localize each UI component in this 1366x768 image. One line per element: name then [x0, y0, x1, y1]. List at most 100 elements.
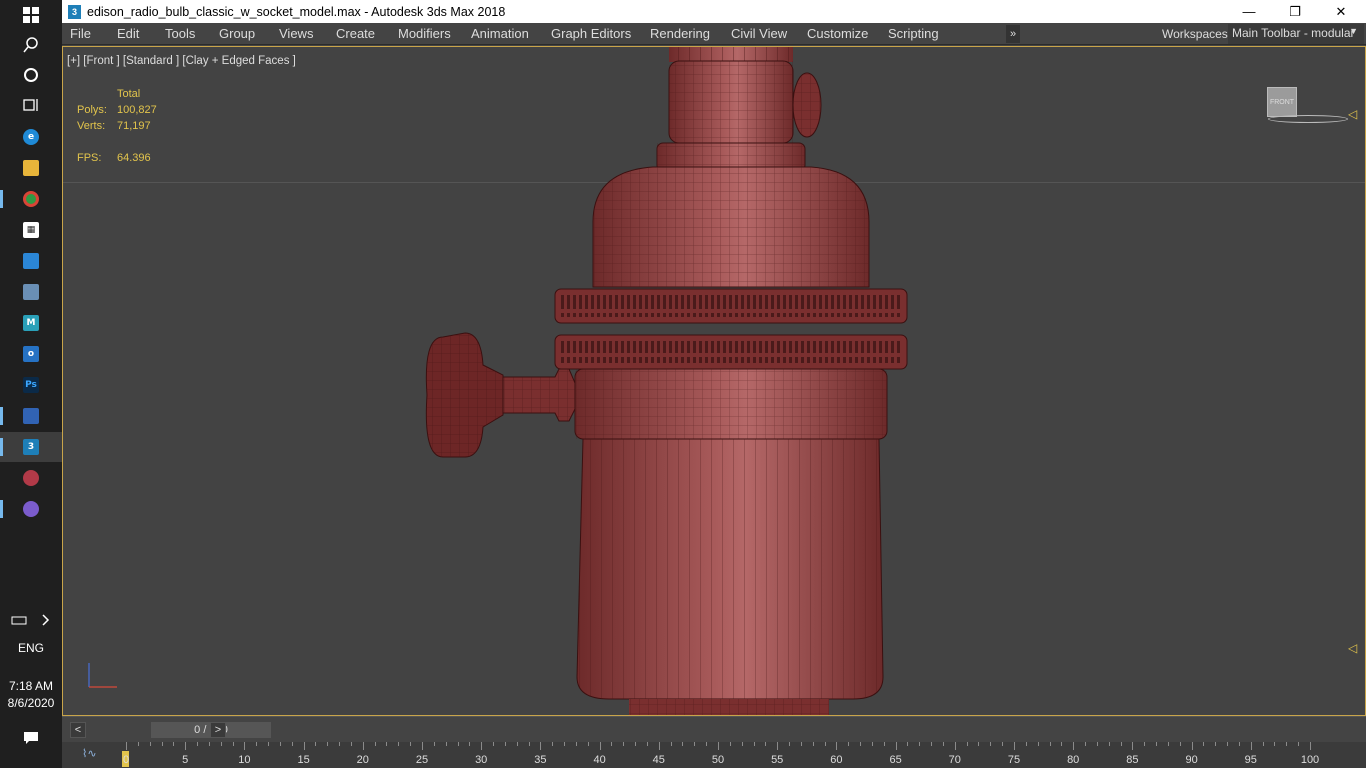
track-tick	[599, 742, 601, 750]
menu-civil-view[interactable]: Civil View	[731, 26, 787, 41]
notifications-icon[interactable]	[0, 723, 62, 753]
windows-start-icon[interactable]	[0, 0, 62, 30]
track-tick	[718, 742, 719, 750]
clock[interactable]: 7:18 AM 8/6/2020	[0, 678, 62, 712]
track-tick	[575, 742, 577, 746]
cortana-icon[interactable]	[0, 60, 62, 90]
3dsmax-icon[interactable]: 3	[0, 432, 62, 462]
track-tick-label: 55	[771, 754, 784, 766]
track-tick	[350, 742, 352, 746]
media-app-icon[interactable]	[0, 463, 62, 493]
menu-views[interactable]: Views	[279, 26, 313, 41]
track-tick	[1061, 742, 1063, 746]
remote-desktop-icon[interactable]	[0, 246, 62, 276]
track-tick	[1073, 742, 1075, 750]
front-viewport[interactable]: [+] [Front ] [Standard ] [Clay + Edged F…	[62, 46, 1366, 716]
track-tick-label: 5	[182, 754, 189, 766]
viewport-marker-icon: ◁	[1348, 107, 1358, 121]
track-tick	[942, 742, 944, 746]
photos-icon[interactable]	[0, 277, 62, 307]
menu-tools[interactable]: Tools	[165, 26, 195, 41]
menu-file[interactable]: File	[70, 26, 91, 41]
outlook-icon[interactable]: o	[0, 339, 62, 369]
track-tick	[291, 742, 293, 746]
store-icon[interactable]: ▦	[0, 215, 62, 245]
track-tick	[445, 742, 447, 746]
task-view-icon[interactable]	[0, 90, 62, 120]
track-tick	[161, 742, 163, 746]
workspace-dropdown[interactable]: Main Toolbar - modular ▼	[1228, 24, 1364, 44]
track-bar[interactable]: ⌇∿ 0 5 10 15 20 25 30 35 40 45 50 55 60 65 70 75 80 85 90 9…	[62, 742, 1366, 768]
previous-frame-button[interactable]: <	[70, 722, 86, 738]
track-tick	[978, 742, 980, 746]
polys-value: 100,827	[117, 104, 157, 116]
track-tick	[422, 742, 423, 750]
menu-rendering[interactable]: Rendering	[650, 26, 710, 41]
menu-scripting[interactable]: Scripting	[888, 26, 939, 41]
track-tick-label: 100	[1300, 754, 1320, 766]
track-tick	[800, 742, 802, 746]
track-tick-label: 15	[297, 754, 310, 766]
track-tick	[670, 742, 672, 746]
system-tray-icon[interactable]	[0, 605, 62, 635]
track-tick	[1156, 742, 1158, 746]
verts-value: 71,197	[117, 120, 151, 132]
track-tick-label: 70	[948, 754, 961, 766]
restore-button[interactable]: ❐	[1272, 0, 1318, 23]
close-button[interactable]: ✕	[1318, 0, 1364, 23]
viewport-statistics: Total Polys: 100,827 Verts: 71,197 FPS: 64.…	[77, 86, 157, 166]
photoshop-icon[interactable]: Ps	[0, 370, 62, 400]
track-tick	[658, 742, 660, 750]
menu-group[interactable]: Group	[219, 26, 255, 41]
track-tick	[635, 742, 637, 746]
track-tick-label: 50	[711, 754, 725, 766]
track-tick	[126, 742, 127, 750]
menu-modifiers[interactable]: Modifiers	[398, 26, 451, 41]
curve-editor-icon[interactable]: ⌇∿	[82, 747, 97, 760]
track-tick	[1144, 742, 1146, 746]
file-explorer-icon[interactable]	[0, 153, 62, 183]
viber-icon[interactable]	[0, 494, 62, 524]
menu-edit[interactable]: Edit	[117, 26, 139, 41]
minimize-button[interactable]: —	[1226, 0, 1272, 23]
menu-customize[interactable]: Customize	[807, 26, 868, 41]
menu-animation[interactable]: Animation	[471, 26, 529, 41]
3dsmax-logo-icon: 3	[68, 4, 81, 19]
viewport-label[interactable]: [+] [Front ] [Standard ] [Clay + Edged F…	[67, 55, 296, 67]
track-tick	[303, 742, 305, 750]
track-tick	[694, 742, 696, 746]
track-tick	[540, 742, 542, 750]
track-tick	[374, 742, 376, 746]
save-app-icon[interactable]	[0, 401, 62, 431]
menu-overflow-button[interactable]: »	[1006, 25, 1020, 43]
track-tick-label: 75	[1007, 754, 1021, 766]
menu-graph-editors[interactable]: Graph Editors	[551, 26, 631, 41]
track-tick-label: 65	[889, 754, 902, 766]
track-tick	[789, 742, 791, 746]
viewcube[interactable]: FRONT	[1267, 87, 1297, 117]
track-tick	[954, 742, 956, 750]
track-tick-label: 25	[415, 754, 429, 766]
window-title: edison_radio_bulb_classic_w_socket_model…	[87, 4, 506, 19]
track-tick	[185, 742, 187, 750]
search-icon[interactable]	[0, 30, 62, 60]
chevron-down-icon: ▼	[1349, 26, 1358, 36]
workspaces-label: Workspaces:	[1162, 27, 1232, 41]
next-frame-button[interactable]: >	[210, 722, 226, 738]
menu-create[interactable]: Create	[336, 26, 375, 41]
track-tick-label: 35	[534, 754, 547, 766]
track-tick	[1238, 742, 1240, 746]
chrome-icon[interactable]	[0, 184, 62, 214]
socket-model[interactable]	[63, 47, 1366, 716]
track-tick	[765, 742, 767, 746]
stats-header: Total	[117, 88, 141, 100]
track-tick-label: 60	[830, 754, 843, 766]
viewcube-compass-ring[interactable]	[1268, 115, 1348, 123]
edge-icon[interactable]: e	[0, 122, 62, 152]
track-tick	[1203, 742, 1205, 746]
maya-icon[interactable]: M	[0, 308, 62, 338]
track-tick	[1108, 742, 1110, 746]
track-tick	[741, 742, 743, 746]
track-tick	[646, 742, 648, 746]
language-indicator[interactable]: ENG	[0, 641, 62, 655]
